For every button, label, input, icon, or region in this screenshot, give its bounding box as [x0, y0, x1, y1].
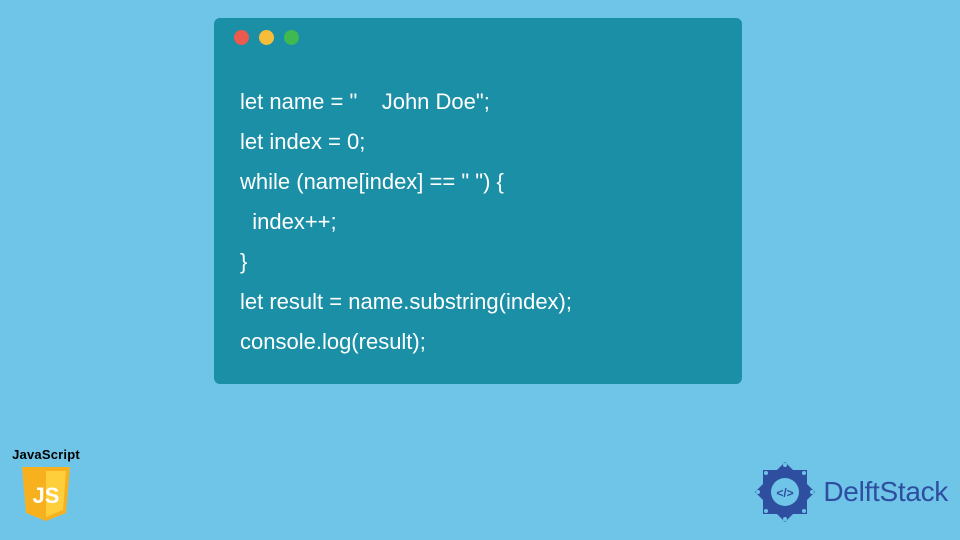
traffic-light-minimize-icon [259, 30, 274, 45]
shield-text: JS [33, 483, 60, 508]
delftstack-logo-icon: </> [753, 460, 817, 524]
window-titlebar [214, 18, 742, 56]
code-window: let name = " John Doe"; let index = 0; w… [214, 18, 742, 384]
brand: </> DelftStack [753, 460, 948, 524]
traffic-light-zoom-icon [284, 30, 299, 45]
brand-name: DelftStack [823, 476, 948, 508]
traffic-light-close-icon [234, 30, 249, 45]
javascript-badge: JavaScript JS [10, 447, 82, 528]
code-block: let name = " John Doe"; let index = 0; w… [214, 56, 742, 382]
javascript-badge-label: JavaScript [10, 447, 82, 462]
javascript-shield-icon: JS [20, 465, 72, 523]
svg-text:</>: </> [777, 486, 794, 500]
